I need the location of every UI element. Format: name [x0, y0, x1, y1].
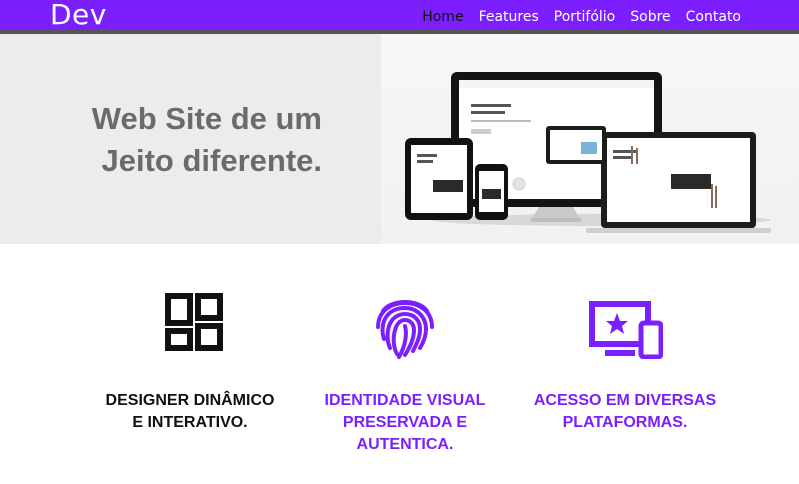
- devices-mockup-illustration: [405, 72, 771, 233]
- devices-star-icon: [589, 301, 664, 364]
- hero-title-line1: Web Site de um: [91, 101, 322, 136]
- fingerprint-icon: [373, 293, 437, 368]
- devices-mockup-image: [381, 34, 799, 244]
- feature-line: AUTENTICA.: [356, 436, 454, 453]
- feature-line: DESIGNER DINÂMICO: [105, 392, 275, 409]
- feature-line: E INTERATIVO.: [132, 414, 248, 431]
- qr-grid-icon: [165, 293, 223, 356]
- hero-title: Web Site de um Jeito diferente.: [62, 98, 322, 182]
- feature-line: IDENTIDADE VISUAL: [324, 392, 486, 409]
- navbar: Dev Home Features Portifólio Sobre Conta…: [0, 0, 799, 34]
- feature-text: IDENTIDADE VISUAL PRESERVADA E AUTENTICA…: [290, 390, 520, 456]
- feature-text: DESIGNER DINÂMICO E INTERATIVO.: [75, 390, 305, 434]
- nav-item-portfolio[interactable]: Portifólio: [554, 9, 615, 25]
- hero-section: Web Site de um Jeito diferente.: [0, 34, 799, 244]
- nav-menu: Home Features Portifólio Sobre Contato: [422, 9, 741, 25]
- feature-line: PRESERVADA E: [342, 414, 468, 431]
- brand-logo[interactable]: Dev: [50, 0, 107, 30]
- nav-item-home[interactable]: Home: [422, 9, 463, 25]
- feature-line: PLATAFORMAS.: [562, 414, 688, 431]
- nav-item-features[interactable]: Features: [479, 9, 539, 25]
- feature-text: ACESSO EM DIVERSAS PLATAFORMAS.: [510, 390, 740, 434]
- feature-line: ACESSO EM DIVERSAS: [533, 392, 717, 409]
- nav-item-contato[interactable]: Contato: [686, 9, 741, 25]
- nav-item-sobre[interactable]: Sobre: [630, 9, 670, 25]
- hero-title-line2: Jeito diferente.: [101, 143, 323, 178]
